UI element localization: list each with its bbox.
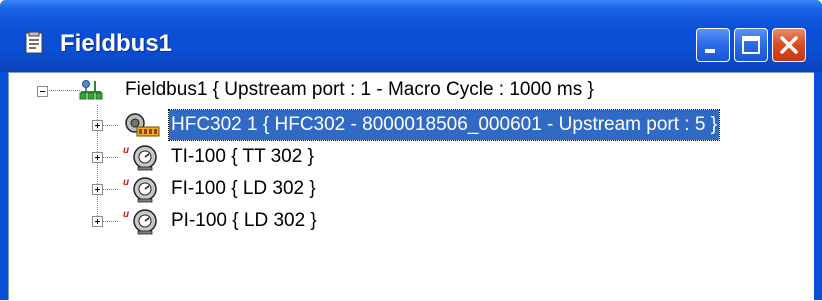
tree-node-label[interactable]: PI-100 { LD 302 } xyxy=(169,206,319,236)
close-button[interactable] xyxy=(772,28,806,62)
tree-node-hfc302[interactable]: HFC302 1 { HFC302 - 8000018506_000601 - … xyxy=(9,109,815,141)
tree-connector xyxy=(103,221,119,222)
tree-node-fi-100[interactable]: u FI-100 { LD 302 } xyxy=(9,174,815,204)
tree-node-label[interactable]: HFC302 1 { HFC302 - 8000018506_000601 - … xyxy=(167,109,721,141)
collapse-toggle[interactable] xyxy=(37,86,48,97)
fieldbus-network-icon xyxy=(79,79,103,111)
fieldbus-window: Fieldbus1 Fieldbus1 {Upstream port: 1 … xyxy=(0,0,822,300)
tree-node-root[interactable]: Fieldbus1 { Upstream port : 1 - Macro Cy… xyxy=(9,75,815,105)
tree-node-label[interactable]: TI-100 { TT 302 } xyxy=(169,142,316,172)
tree-node-label[interactable]: Fieldbus1 { Upstream port : 1 - Macro Cy… xyxy=(123,75,596,105)
document-icon xyxy=(24,31,46,54)
tree-connector xyxy=(103,125,119,126)
fieldbus-tree[interactable]: Fieldbus1 { Upstream port : 1 - Macro Cy… xyxy=(9,73,815,301)
title-bar[interactable]: Fieldbus1 xyxy=(0,0,822,72)
tree-node-label[interactable]: FI-100 { LD 302 } xyxy=(169,174,318,204)
svg-text:u: u xyxy=(123,145,129,156)
expand-toggle[interactable] xyxy=(92,152,103,163)
maximize-button[interactable] xyxy=(734,28,768,62)
maximize-icon xyxy=(742,36,760,54)
expand-toggle[interactable] xyxy=(92,216,103,227)
svg-text:u: u xyxy=(123,177,129,188)
tree-node-pi-100[interactable]: u PI-100 { LD 302 } xyxy=(9,206,815,236)
tree-connector xyxy=(103,189,119,190)
field-device-icon: u xyxy=(123,207,163,245)
tree-connector xyxy=(103,157,119,158)
expand-toggle[interactable] xyxy=(92,120,103,131)
tree-node-ti-100[interactable]: u TI-100 { TT 302 } xyxy=(9,142,815,172)
window-title: Fieldbus1 xyxy=(60,30,173,57)
minimize-button[interactable] xyxy=(696,28,730,62)
expand-toggle[interactable] xyxy=(92,184,103,195)
tree-view-pane[interactable]: Fieldbus1 { Upstream port : 1 - Macro Cy… xyxy=(8,72,814,300)
close-icon xyxy=(780,36,798,54)
minimize-icon xyxy=(705,49,715,53)
svg-text:u: u xyxy=(123,209,129,220)
